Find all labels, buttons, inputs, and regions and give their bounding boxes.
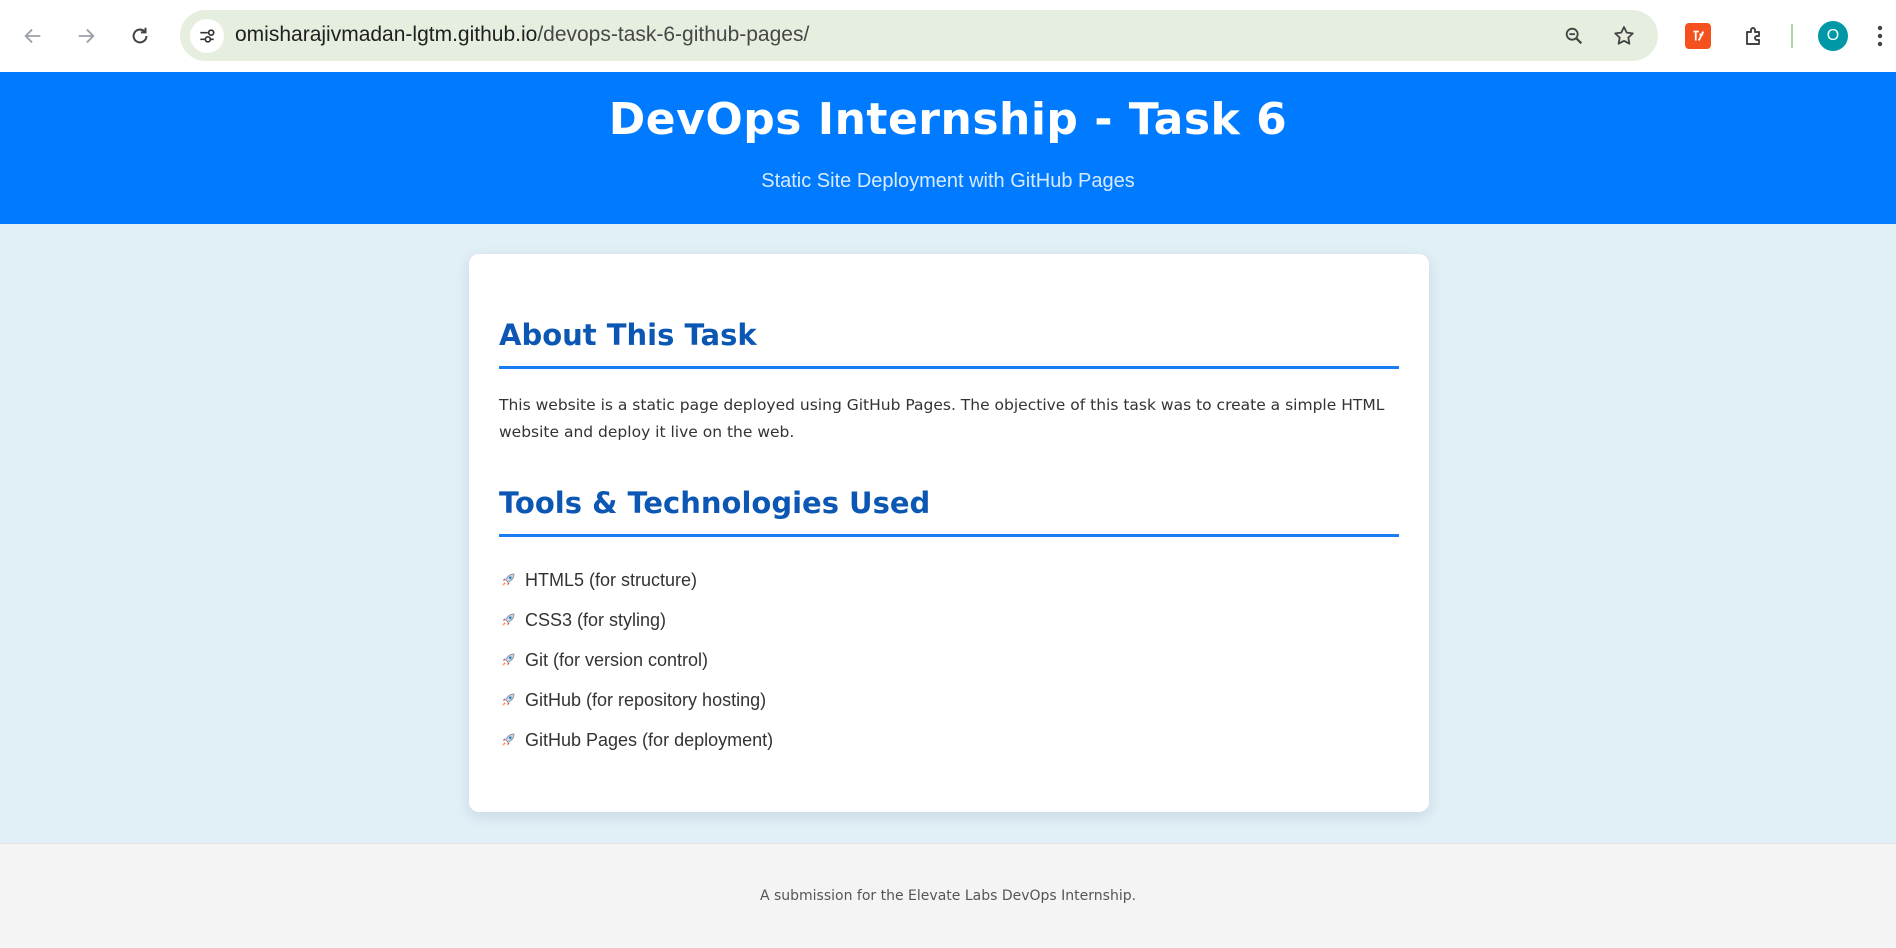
- forward-icon[interactable]: [66, 16, 106, 56]
- site-footer: A submission for the Elevate Labs DevOps…: [0, 843, 1896, 948]
- tool-item-label: HTML5 (for structure): [525, 569, 698, 590]
- list-item: GitHub (for repository hosting): [499, 680, 773, 720]
- extension-icon[interactable]: [1685, 23, 1711, 49]
- list-item: GitHub Pages (for deployment): [499, 720, 773, 760]
- rocket-icon: [502, 653, 515, 666]
- list-item: CSS3 (for styling): [499, 600, 773, 640]
- profile-avatar[interactable]: O: [1818, 21, 1848, 51]
- content-card: About This Task This website is a static…: [469, 254, 1429, 812]
- back-icon[interactable]: [13, 16, 53, 56]
- bookmark-star-icon[interactable]: [1602, 14, 1646, 58]
- site-info-icon[interactable]: [190, 19, 224, 53]
- browser-toolbar: omisharajivmadan-lgtm.github.io/devops-t…: [0, 0, 1896, 72]
- zoom-icon[interactable]: [1552, 14, 1596, 58]
- toolbar-divider: [1791, 24, 1793, 48]
- list-item: Git (for version control): [499, 640, 773, 680]
- about-heading: About This Task: [499, 318, 1399, 369]
- address-bar[interactable]: omisharajivmadan-lgtm.github.io/devops-t…: [180, 10, 1658, 61]
- rocket-icon: [502, 693, 515, 706]
- tool-item-label: GitHub Pages (for deployment): [525, 729, 774, 750]
- about-text: This website is a static page deployed u…: [499, 396, 1385, 441]
- tool-item-label: Git (for version control): [525, 649, 709, 670]
- url-domain: omisharajivmadan-lgtm.github.io: [235, 23, 538, 46]
- footer-text: A submission for the Elevate Labs DevOps…: [759, 888, 1137, 904]
- list-item: HTML5 (for structure): [499, 560, 773, 600]
- rocket-icon: [502, 733, 515, 746]
- reload-icon[interactable]: [120, 16, 160, 56]
- url-path: /devops-task-6-github-pages/: [537, 23, 810, 46]
- page-title: DevOps Internship - Task 6: [608, 94, 1288, 145]
- tools-heading: Tools & Technologies Used: [499, 486, 1399, 537]
- extensions-puzzle-icon[interactable]: [1734, 16, 1774, 56]
- tool-item-label: GitHub (for repository hosting): [525, 689, 767, 710]
- url-text[interactable]: omisharajivmadan-lgtm.github.io/devops-t…: [235, 23, 809, 47]
- tool-item-label: CSS3 (for styling): [525, 609, 667, 630]
- rocket-icon: [502, 613, 515, 626]
- page-subtitle: Static Site Deployment with GitHub Pages: [761, 170, 1135, 192]
- more-menu-icon[interactable]: [1870, 18, 1890, 54]
- site-header: DevOps Internship - Task 6 Static Site D…: [0, 72, 1896, 224]
- tools-list: HTML5 (for structure) CSS3 (for styling)…: [499, 560, 773, 760]
- rocket-icon: [502, 573, 515, 586]
